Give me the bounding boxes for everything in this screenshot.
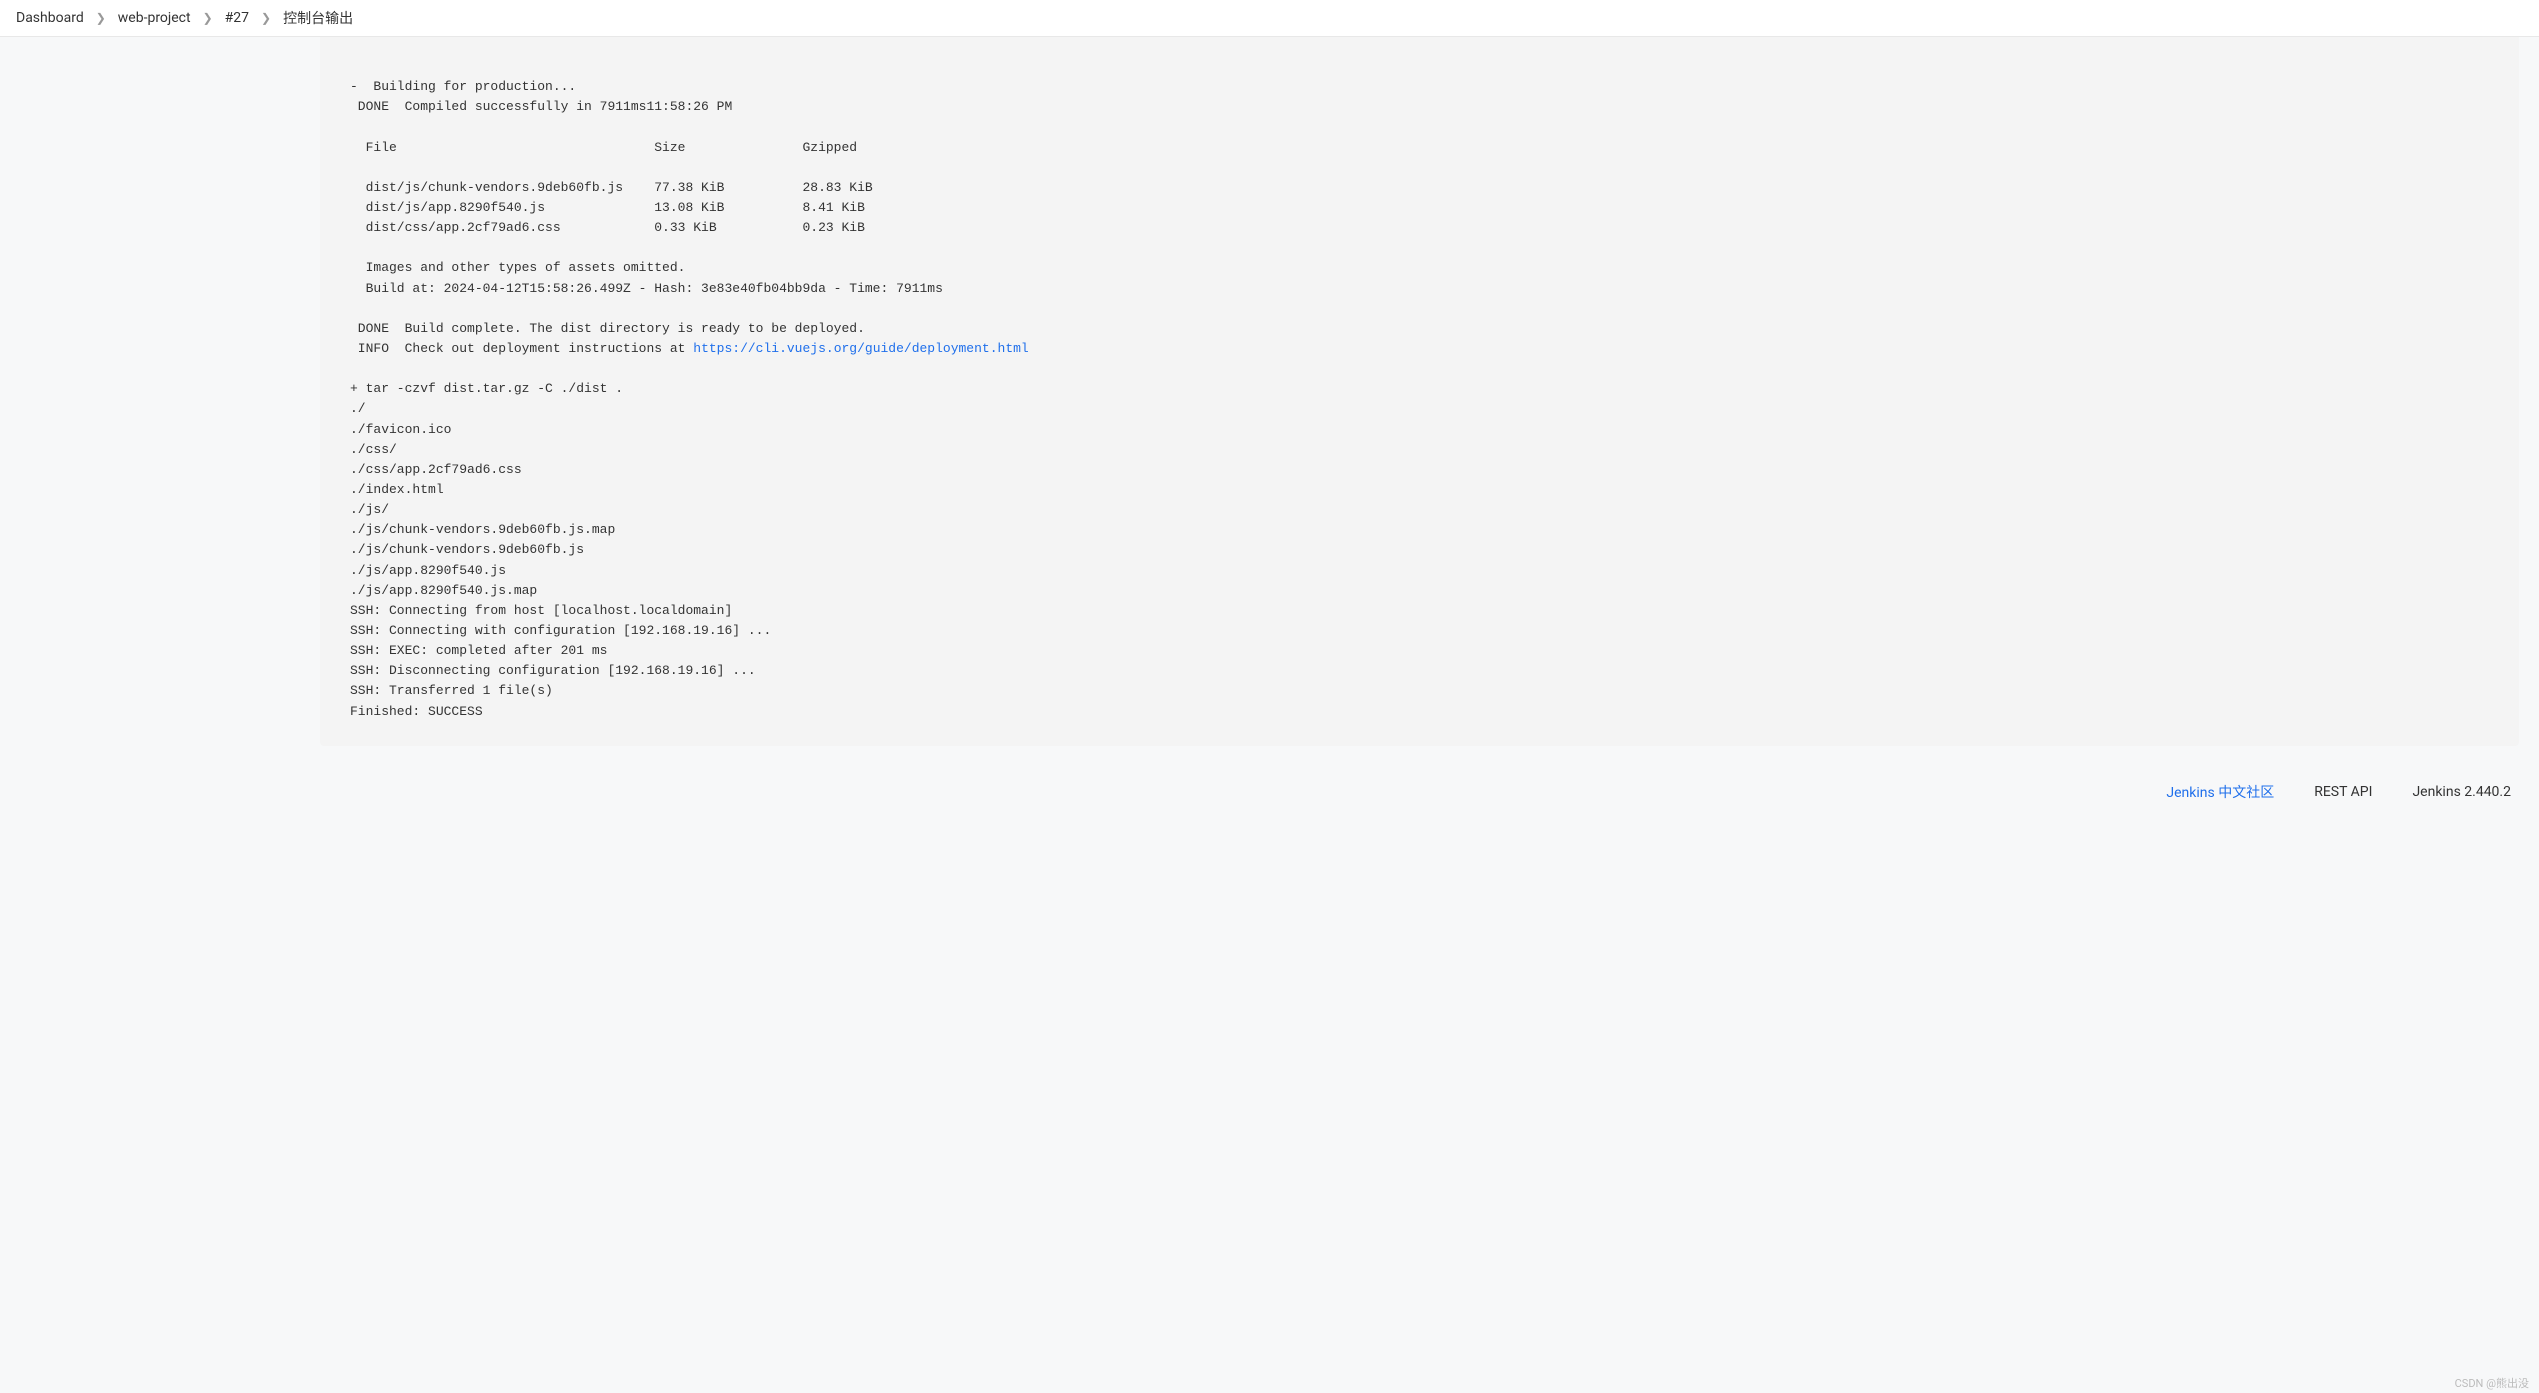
breadcrumb-console[interactable]: 控制台输出: [283, 8, 353, 28]
console-output[interactable]: - Building for production... DONE Compil…: [320, 37, 2519, 746]
chevron-right-icon: ❯: [96, 11, 106, 25]
watermark: CSDN @熊出没: [2455, 1375, 2529, 1391]
page-footer: Jenkins 中文社区 REST API Jenkins 2.440.2: [0, 746, 2539, 816]
footer-version: Jenkins 2.440.2: [2412, 784, 2511, 800]
console-text-post-link: + tar -czvf dist.tar.gz -C ./dist . ./ .…: [350, 381, 771, 718]
breadcrumb: Dashboard ❯ web-project ❯ #27 ❯ 控制台输出: [0, 0, 2539, 37]
console-text-pre-link: - Building for production... DONE Compil…: [350, 79, 943, 356]
footer-community-link[interactable]: Jenkins 中文社区: [2166, 782, 2274, 802]
breadcrumb-dashboard[interactable]: Dashboard: [16, 10, 84, 26]
footer-rest-api-link[interactable]: REST API: [2314, 784, 2372, 800]
breadcrumb-project[interactable]: web-project: [118, 10, 191, 26]
main-content: - Building for production... DONE Compil…: [0, 37, 2539, 746]
chevron-right-icon: ❯: [203, 11, 213, 25]
deployment-link[interactable]: https://cli.vuejs.org/guide/deployment.h…: [693, 341, 1028, 356]
chevron-right-icon: ❯: [261, 11, 271, 25]
breadcrumb-build[interactable]: #27: [225, 10, 249, 26]
